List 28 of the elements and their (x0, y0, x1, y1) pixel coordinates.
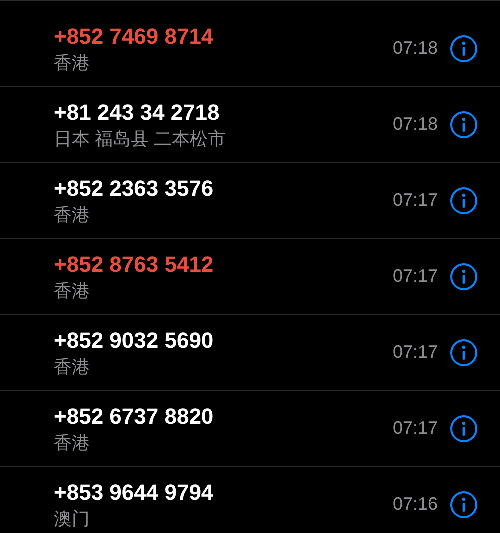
phone-number: +852 9032 5690 (54, 326, 215, 354)
location-label: 香港 (54, 204, 91, 226)
call-time: 07:18 (392, 37, 438, 60)
call-time: 07:17 (392, 417, 438, 440)
info-icon[interactable] (450, 414, 478, 442)
location-label: 香港 (54, 356, 91, 378)
call-time: 07:18 (392, 113, 438, 136)
phone-number: +853 9644 9794 (54, 478, 215, 506)
location-label: 香港 (54, 432, 91, 454)
info-icon[interactable] (450, 34, 478, 62)
phone-number: +81 243 34 2718 (54, 98, 221, 126)
phone-number: +852 8763 5412 (54, 250, 215, 278)
info-icon[interactable] (450, 490, 478, 518)
location-label: 澳门 (54, 508, 91, 530)
info-icon[interactable] (450, 262, 478, 290)
call-time: 07:17 (392, 341, 438, 364)
call-time: 07:17 (392, 189, 438, 212)
location-label: 香港 (54, 280, 91, 302)
info-icon[interactable] (450, 186, 478, 214)
call-time: 07:17 (392, 265, 438, 288)
phone-number: +852 6737 8820 (54, 402, 215, 430)
info-icon[interactable] (450, 338, 478, 366)
call-time: 07:16 (392, 493, 438, 516)
location-label: 日本 福岛县 二本松市 (54, 128, 228, 150)
location-label: 香港 (54, 52, 91, 74)
phone-number: +852 2363 3576 (54, 174, 215, 202)
phone-number: +852 7469 8714 (54, 22, 215, 50)
info-icon[interactable] (450, 110, 478, 138)
